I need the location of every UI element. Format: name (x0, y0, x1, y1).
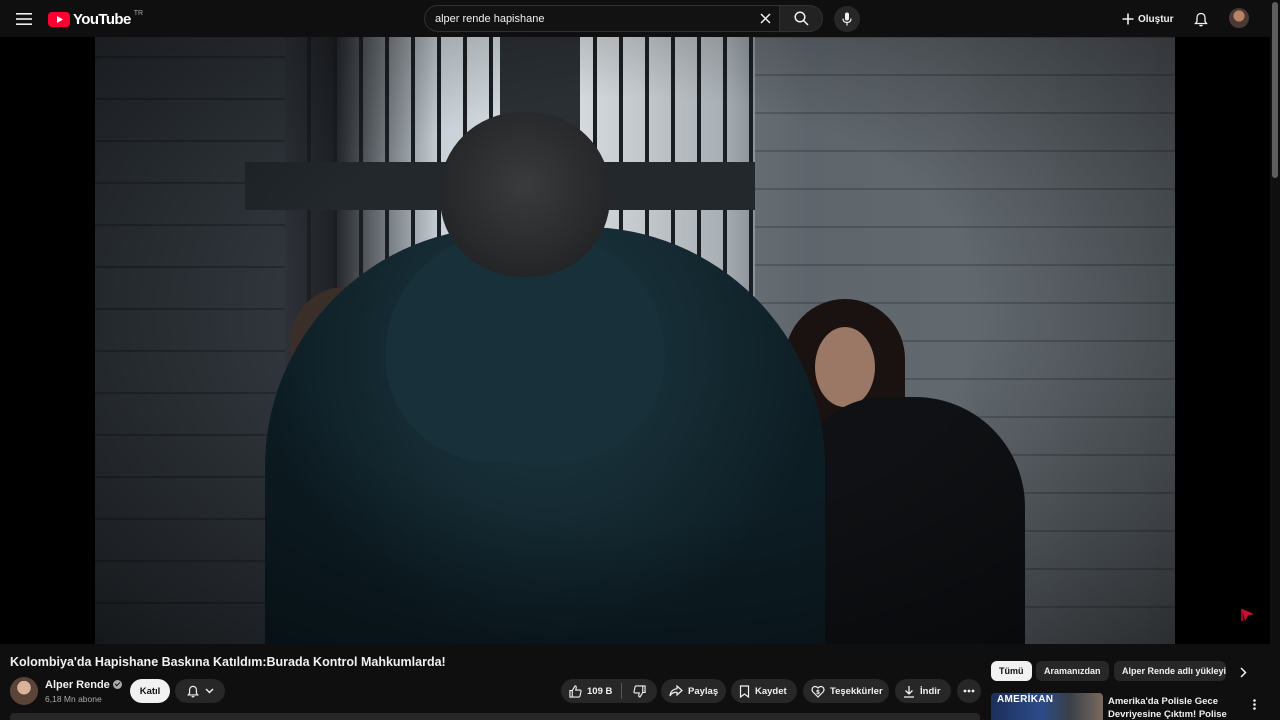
chevron-down-icon (205, 688, 213, 694)
share-icon (669, 685, 683, 697)
like-button[interactable]: 109 B (561, 679, 621, 703)
video-title: Kolombiya'da Hapishane Baskına Katıldım:… (10, 655, 446, 669)
video-frame[interactable] (95, 37, 1175, 644)
bell-icon (186, 685, 199, 697)
share-button[interactable]: Paylaş (661, 679, 726, 703)
chip-from-search[interactable]: Aramanızdan (1036, 661, 1109, 681)
subscriber-count: 6,18 Mn abone (45, 694, 102, 704)
thanks-button[interactable]: $ Teşekkürler (803, 679, 889, 703)
page-scrollbar[interactable] (1270, 0, 1280, 720)
create-label: Oluştur (1138, 13, 1174, 25)
more-horizontal-icon (963, 689, 975, 693)
recommendation-title[interactable]: Amerika'da Polisle Gece Devriyesine Çıkt… (1108, 695, 1244, 720)
bookmark-icon (739, 684, 750, 698)
channel-name: Alper Rende (45, 679, 110, 691)
svg-text:$: $ (816, 689, 820, 696)
dislike-button[interactable] (622, 679, 656, 703)
youtube-logo[interactable]: YouTube TR (48, 10, 143, 28)
join-button[interactable]: Katıl (130, 679, 170, 703)
country-code: TR (133, 9, 144, 17)
video-player[interactable] (0, 37, 1270, 644)
masthead: YouTube TR Oluştur (0, 0, 1280, 37)
download-icon (904, 685, 914, 698)
verified-icon (112, 680, 122, 689)
thanks-label: Teşekkürler (830, 685, 883, 697)
subscribed-notifications-button[interactable] (175, 679, 225, 703)
microphone-icon[interactable] (834, 6, 860, 32)
create-button[interactable]: Oluştur (1116, 7, 1182, 31)
menu-icon[interactable] (12, 8, 36, 30)
channel-name-link[interactable]: Alper Rende (45, 679, 122, 691)
plus-icon (1122, 13, 1134, 25)
scrollbar-thumb[interactable] (1272, 2, 1278, 178)
save-button[interactable]: Kaydet (731, 679, 797, 703)
heart-dollar-icon: $ (811, 685, 825, 698)
search-bar (424, 5, 823, 32)
save-label: Kaydet (755, 685, 787, 697)
recommendation-thumbnail[interactable]: AMERİKAN (991, 693, 1103, 720)
download-button[interactable]: İndir (895, 679, 951, 703)
more-vertical-icon[interactable] (1247, 696, 1261, 712)
thumbs-down-icon (632, 684, 646, 698)
download-label: İndir (920, 685, 941, 697)
channel-avatar[interactable] (10, 677, 38, 705)
clear-search-icon[interactable] (751, 6, 779, 31)
youtube-play-icon (48, 11, 70, 27)
more-actions-button[interactable] (957, 679, 981, 703)
search-icon[interactable] (779, 5, 823, 32)
chevron-right-icon[interactable] (1234, 663, 1252, 681)
description-box-edge[interactable] (10, 713, 980, 720)
channel-watermark-icon[interactable] (1240, 608, 1256, 622)
search-input[interactable] (435, 12, 751, 25)
chip-all[interactable]: Tümü (991, 661, 1032, 681)
like-count: 109 B (587, 685, 613, 697)
notifications-bell-icon[interactable] (1190, 8, 1212, 30)
account-avatar[interactable] (1229, 8, 1249, 28)
search-box (424, 5, 779, 32)
like-dislike-group: 109 B (561, 679, 657, 703)
thumbs-up-icon (569, 684, 582, 698)
share-label: Paylaş (688, 685, 719, 697)
chip-channel-uploads[interactable]: Alper Rende adlı yükleyici (1114, 661, 1226, 681)
thumbnail-text: AMERİKAN (997, 694, 1054, 705)
logo-text: YouTube (73, 10, 131, 28)
video-vignette (95, 37, 1175, 644)
